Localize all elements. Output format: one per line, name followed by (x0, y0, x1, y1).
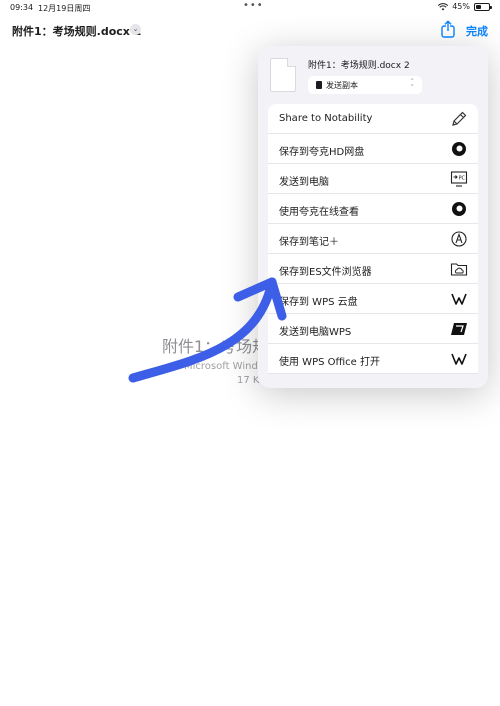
share-actions-list: Share to Notability 保存到夸克HD网盘 发送到电脑 PC 使… (268, 104, 478, 374)
action-label: 保存到夸克HD网盘 (279, 147, 365, 158)
battery-icon (474, 2, 492, 11)
action-label: 保存到 WPS 云盘 (279, 297, 358, 308)
action-label: 保存到ES文件浏览器 (279, 267, 372, 278)
file-icon (270, 58, 296, 92)
svg-text:PC: PC (459, 176, 466, 182)
folder-cloud-icon (450, 260, 468, 278)
action-view-in-quark[interactable]: 使用夸克在线查看 (268, 194, 478, 224)
status-bar: 09:34 12月19日周四 ••• 45% (0, 0, 500, 14)
action-send-to-pc-wps[interactable]: 发送到电脑WPS (268, 314, 478, 344)
action-open-in-wps-office[interactable]: 使用 WPS Office 打开 (268, 344, 478, 374)
action-label: Share to Notability (279, 113, 373, 124)
wps-pc-icon (450, 320, 468, 338)
action-save-to-es-file-explorer[interactable]: 保存到ES文件浏览器 (268, 254, 478, 284)
send-mode-selector[interactable]: 发送副本 ˄ ˅ (308, 76, 422, 94)
wps-icon (450, 290, 468, 308)
document-icon (316, 81, 322, 89)
share-sheet: 附件1：考场规则.docx 2 发送副本 ˄ ˅ Share to Notabil… (258, 46, 488, 388)
wps-icon (450, 350, 468, 368)
action-save-to-notes-plus[interactable]: 保存到笔记＋ (268, 224, 478, 254)
action-label: 使用 WPS Office 打开 (279, 357, 380, 368)
share-icon[interactable] (440, 20, 456, 38)
chevron-updown-icon: ˄ ˅ (410, 78, 415, 92)
action-send-to-pc[interactable]: 发送到电脑 PC (268, 164, 478, 194)
chevron-down-icon[interactable]: ⌄ (130, 24, 141, 35)
action-share-to-notability[interactable]: Share to Notability (268, 104, 478, 134)
wifi-icon (438, 2, 449, 10)
status-date: 12月19日周四 (38, 4, 91, 13)
status-right: 45% (438, 2, 492, 11)
done-button[interactable]: 完成 (466, 23, 488, 39)
quark-icon (450, 140, 468, 158)
navigation-bar: 附件1：考场规则.docx 2 ⌄ 完成 (0, 14, 500, 44)
action-label: 发送到电脑 (279, 177, 329, 188)
multitask-dots[interactable]: ••• (243, 0, 264, 11)
pencil-icon (450, 110, 468, 128)
pen-nib-icon (450, 230, 468, 248)
action-label: 发送到电脑WPS (279, 327, 352, 338)
document-title[interactable]: 附件1：考场规则.docx 2 (12, 23, 141, 39)
action-save-to-wps-cloud[interactable]: 保存到 WPS 云盘 (268, 284, 478, 314)
quark-icon (450, 200, 468, 218)
share-file-name: 附件1：考场规则.docx 2 (308, 61, 410, 71)
action-label: 保存到笔记＋ (279, 237, 339, 248)
action-save-to-quark-hd[interactable]: 保存到夸克HD网盘 (268, 134, 478, 164)
battery-percent: 45% (452, 2, 470, 11)
send-mode-label: 发送副本 (326, 81, 358, 90)
status-time: 09:34 (10, 3, 34, 12)
send-to-pc-icon: PC (450, 170, 468, 188)
document-preview-name: 附件1：考场规 (162, 337, 269, 356)
document-preview-app: Microsoft Windo (184, 361, 264, 372)
action-label: 使用夸克在线查看 (279, 207, 359, 218)
